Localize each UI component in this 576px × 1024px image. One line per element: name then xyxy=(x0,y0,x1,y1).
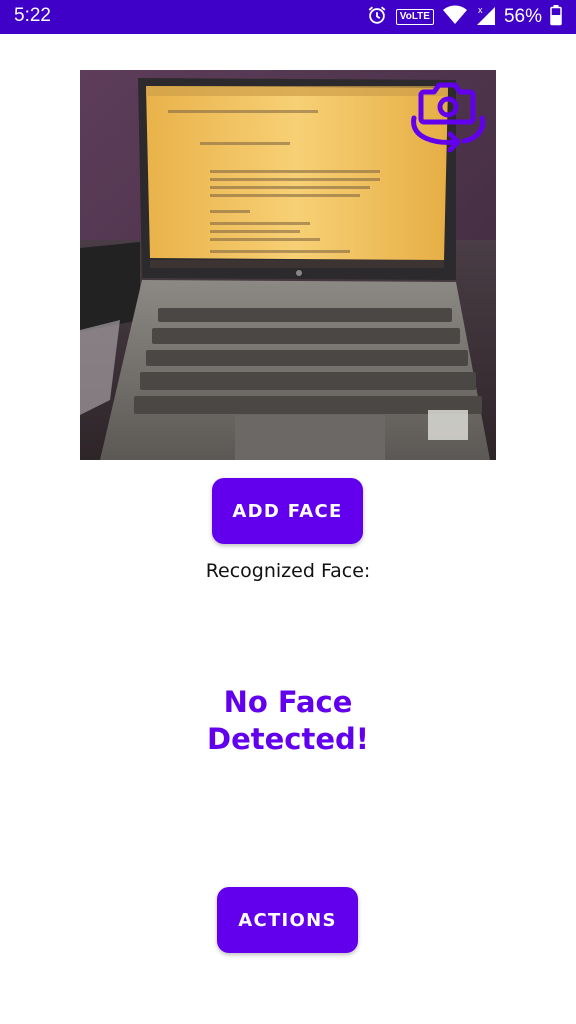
alarm-icon xyxy=(366,4,388,30)
battery-percent: 56% xyxy=(503,6,542,27)
recognized-face-label: Recognized Face: xyxy=(205,560,371,582)
actions-button[interactable]: ACTIONS xyxy=(217,887,358,953)
signal-icon: x xyxy=(476,4,496,30)
volte-badge: VoLTE xyxy=(395,9,434,25)
status-bar: 5:22 VoLTE x 56% xyxy=(0,0,576,34)
face-result-text: No Face Detected! xyxy=(207,685,369,756)
svg-text:x: x xyxy=(478,5,483,15)
switch-camera-icon xyxy=(411,82,486,153)
status-time: 5:22 xyxy=(14,5,51,26)
add-face-button[interactable]: ADD FACE xyxy=(212,478,363,544)
battery-icon xyxy=(550,4,562,30)
status-icons: VoLTE x 56% xyxy=(366,4,562,30)
switch-camera-button[interactable] xyxy=(406,76,490,156)
wifi-icon xyxy=(442,4,468,30)
